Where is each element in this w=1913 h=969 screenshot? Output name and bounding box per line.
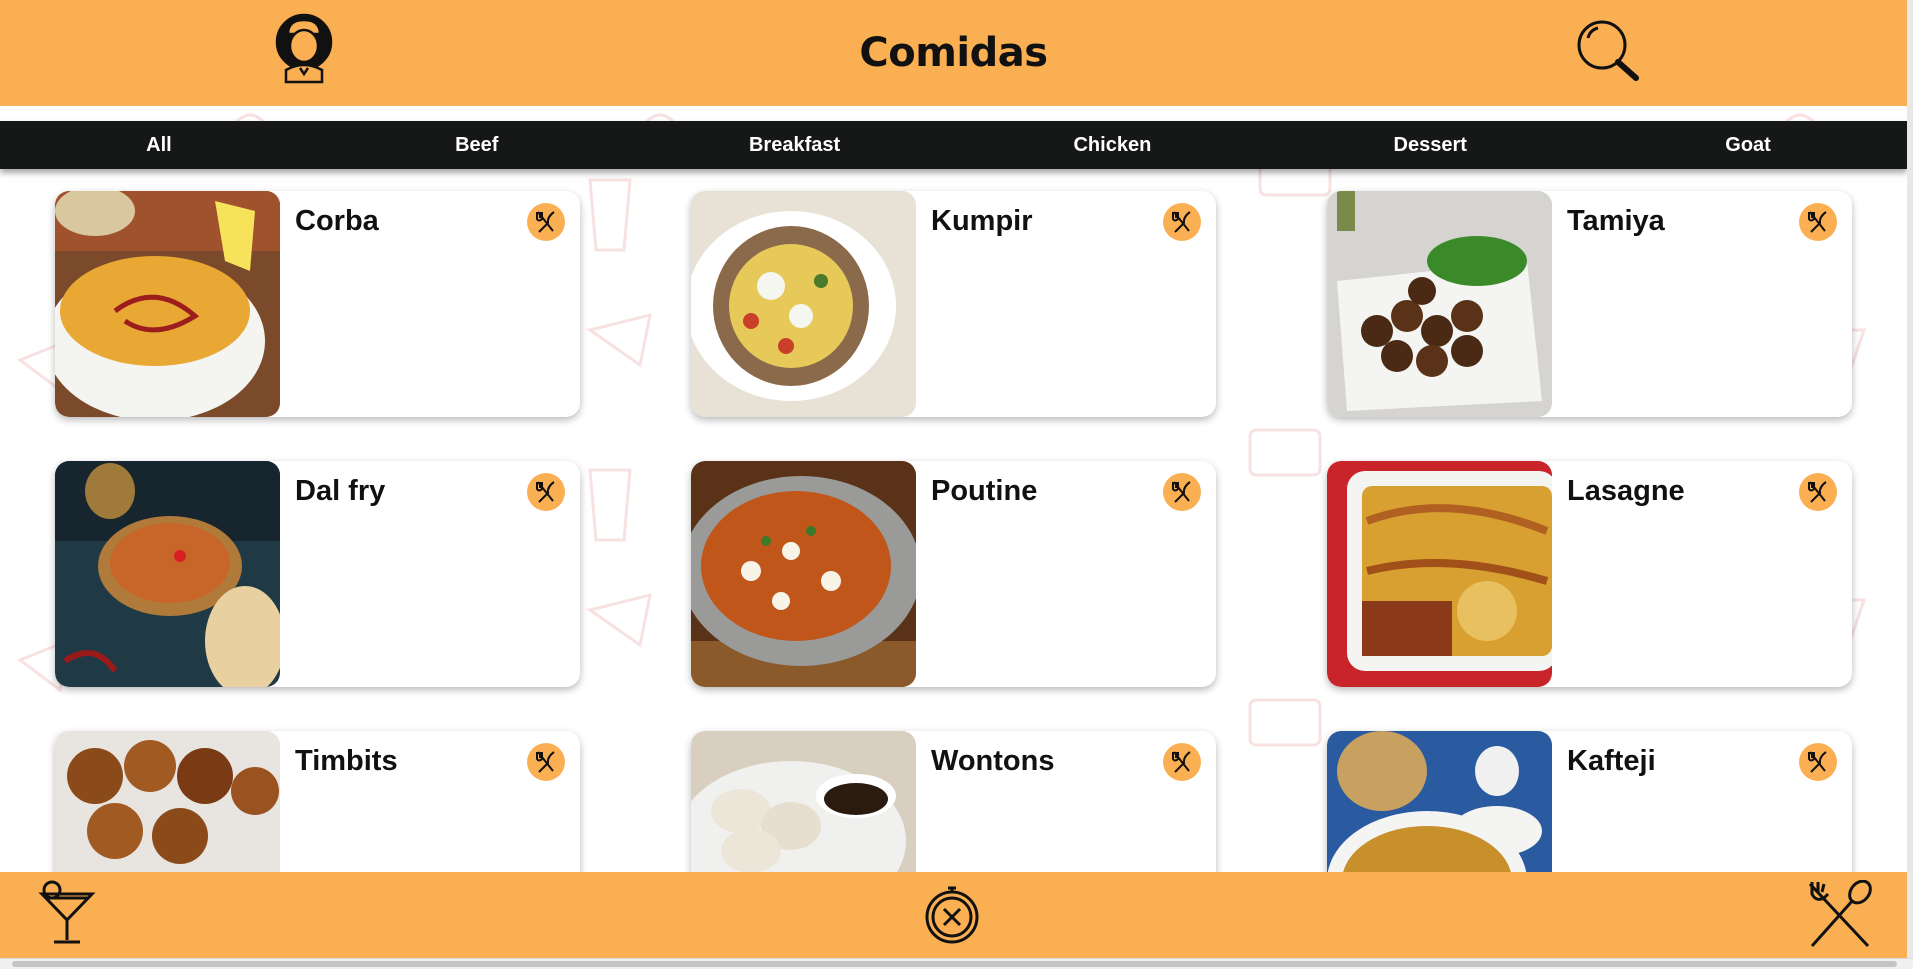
recipe-image: [55, 191, 280, 417]
fork-knife-icon: [1808, 211, 1827, 233]
recipe-name: Tamiya: [1567, 205, 1665, 237]
recipe-card[interactable]: Kumpir: [691, 191, 1216, 417]
recipe-card[interactable]: Corba: [55, 191, 580, 417]
search-button[interactable]: [1574, 18, 1642, 84]
fork-knife-icon: [1808, 751, 1827, 773]
fork-knife-icon: [1172, 751, 1191, 773]
recipe-badge: [1799, 743, 1837, 781]
recipe-image: [55, 461, 280, 687]
recipe-image: [691, 191, 916, 417]
recipe-name: Lasagne: [1567, 475, 1685, 507]
chef-avatar-icon: [275, 13, 333, 84]
recipe-badge: [527, 203, 565, 241]
recipe-card[interactable]: Dal fry: [55, 461, 580, 687]
search-icon: [1577, 20, 1639, 81]
explore-nav-button[interactable]: [922, 884, 982, 946]
profile-button[interactable]: [272, 12, 336, 84]
recipe-name: Wontons: [931, 745, 1055, 777]
recipe-badge: [1799, 203, 1837, 241]
recipe-image: [1327, 731, 1552, 872]
category-breakfast-button[interactable]: Breakfast: [636, 121, 954, 169]
foods-nav-button[interactable]: [1806, 879, 1874, 950]
category-chicken-button[interactable]: Chicken: [953, 121, 1271, 169]
fork-knife-icon: [536, 751, 555, 773]
recipe-card[interactable]: Tamiya: [1327, 191, 1852, 417]
fork-knife-icon: [536, 481, 555, 503]
recipe-image: [691, 731, 916, 872]
recipe-badge: [1163, 203, 1201, 241]
top-header: Comidas: [0, 0, 1907, 106]
drinks-nav-button[interactable]: [38, 880, 96, 946]
horizontal-scrollbar[interactable]: [0, 958, 1913, 969]
recipe-badge: [1163, 473, 1201, 511]
recipe-image: [1327, 461, 1552, 687]
recipe-card[interactable]: Kafteji: [1327, 731, 1852, 872]
category-filter-bar: All Beef Breakfast Chicken Dessert Goat: [0, 121, 1907, 169]
recipe-badge: [1799, 473, 1837, 511]
recipe-card[interactable]: Lasagne: [1327, 461, 1852, 687]
bottom-navigation: [0, 872, 1907, 958]
fork-spoon-icon: [1808, 879, 1872, 948]
horizontal-scrollbar-thumb[interactable]: [12, 961, 1897, 967]
recipe-image: [1327, 191, 1552, 417]
recipe-image: [691, 461, 916, 687]
recipe-badge: [1163, 743, 1201, 781]
fork-knife-icon: [1808, 481, 1827, 503]
recipe-name: Corba: [295, 205, 379, 237]
cocktail-icon: [38, 880, 96, 944]
category-all-button[interactable]: All: [0, 121, 318, 169]
recipe-card[interactable]: Timbits: [55, 731, 580, 872]
vertical-scrollbar[interactable]: [1907, 0, 1913, 958]
category-beef-button[interactable]: Beef: [318, 121, 636, 169]
recipe-grid: Corba Kumpir Tamiya Dal fry Poutine Lasa…: [0, 169, 1907, 872]
compass-icon: [925, 886, 979, 944]
recipe-name: Kumpir: [931, 205, 1033, 237]
recipe-name: Kafteji: [1567, 745, 1656, 777]
page-title: Comidas: [859, 30, 1048, 76]
recipe-image: [55, 731, 280, 872]
recipe-badge: [527, 473, 565, 511]
fork-knife-icon: [1172, 481, 1191, 503]
category-dessert-button[interactable]: Dessert: [1271, 121, 1589, 169]
recipe-name: Dal fry: [295, 475, 386, 507]
recipe-card[interactable]: Poutine: [691, 461, 1216, 687]
recipe-name: Timbits: [295, 745, 398, 777]
recipe-card[interactable]: Wontons: [691, 731, 1216, 872]
fork-knife-icon: [536, 211, 555, 233]
recipe-badge: [527, 743, 565, 781]
fork-knife-icon: [1172, 211, 1191, 233]
category-goat-button[interactable]: Goat: [1589, 121, 1907, 169]
recipe-name: Poutine: [931, 475, 1038, 507]
